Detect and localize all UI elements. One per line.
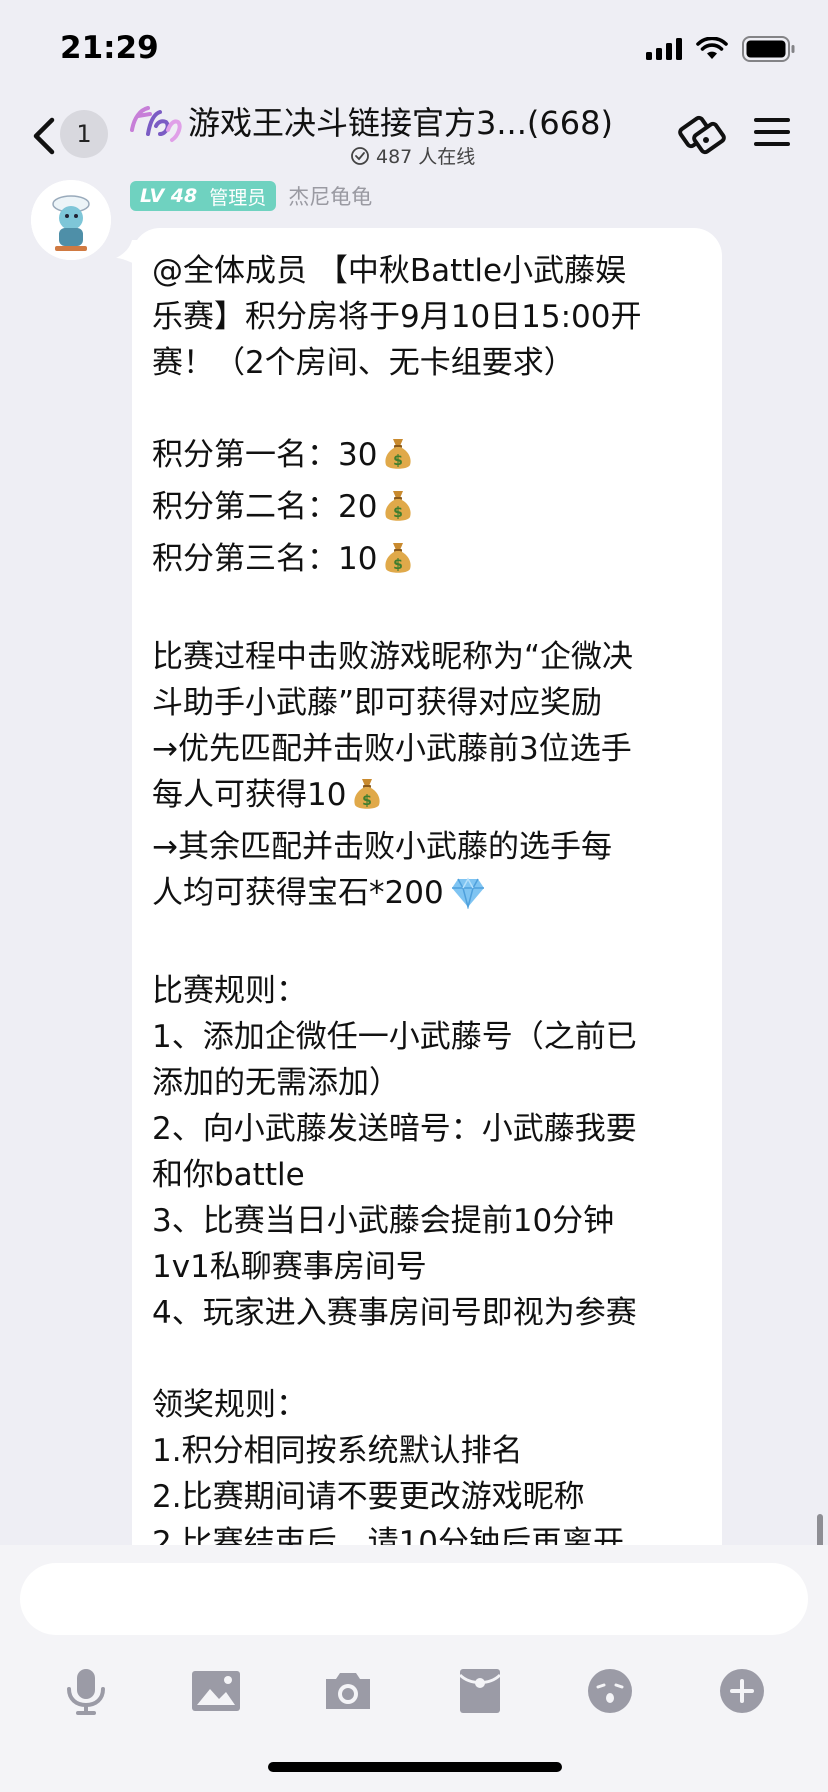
group-logo-icon	[130, 106, 182, 142]
message-line: 3、比赛当日小武藤会提前10分钟	[152, 1198, 712, 1244]
message-line: @全体成员 【中秋Battle小武藤娱	[152, 248, 712, 294]
message-line: 领奖规则：	[152, 1382, 712, 1428]
message-line: 4、玩家进入赛事房间号即视为参赛	[152, 1290, 712, 1336]
message-line: 2.比赛期间请不要更改游戏昵称	[152, 1474, 712, 1520]
message-line-text: 人均可获得宝石*200	[152, 875, 444, 911]
home-indicator[interactable]	[268, 1762, 562, 1772]
message-line-text: 积分第三名：10	[152, 541, 378, 577]
message-line: 积分第一名：30 $	[152, 432, 712, 484]
chat-area[interactable]: LV 48 管理员 杰尼龟龟 @全体成员 【中秋Battle小武藤娱 乐赛】积分房…	[0, 180, 828, 1545]
message-line-text: @全体成员 【中秋Battle小武藤娱	[152, 253, 627, 289]
input-area	[0, 1545, 828, 1792]
plus-icon[interactable]	[714, 1663, 770, 1719]
money-bag-icon: $	[383, 541, 413, 588]
avatar-image	[31, 180, 111, 260]
message-line	[152, 386, 712, 432]
unread-count-badge[interactable]: 1	[60, 110, 108, 158]
sender-name[interactable]: 杰尼龟龟	[288, 181, 372, 211]
message-line: 2、向小武藤发送暗号：小武藤我要	[152, 1106, 712, 1152]
avatar[interactable]	[31, 180, 111, 260]
message-line: 1.积分相同按系统默认排名	[152, 1428, 712, 1474]
svg-text:$: $	[394, 557, 404, 573]
message-line-text: 3、比赛当日小武藤会提前10分钟	[152, 1203, 615, 1239]
message-line-text: 比赛过程中击败游戏昵称为“企微决	[152, 639, 634, 675]
menu-icon[interactable]	[752, 112, 792, 152]
status-time: 21:29	[60, 30, 159, 66]
scrollbar[interactable]	[817, 1514, 823, 1545]
message-line	[152, 588, 712, 634]
message-line: →优先匹配并击败小武藤前3位选手	[152, 726, 712, 772]
message-line-text: 和你battle	[152, 1157, 305, 1193]
message-bubble[interactable]: @全体成员 【中秋Battle小武藤娱 乐赛】积分房将于9月10日15:00开 赛！…	[132, 228, 722, 1545]
message-line-text: 积分第一名：30	[152, 437, 378, 473]
game-room-icon[interactable]	[676, 108, 728, 160]
message-line: 1v1私聊赛事房间号	[152, 1244, 712, 1290]
message-line: 比赛过程中击败游戏昵称为“企微决	[152, 634, 712, 680]
message-line-text: 1v1私聊赛事房间号	[152, 1249, 427, 1285]
message-line	[152, 922, 712, 968]
message-line-text: 2.比赛结束后，请10分钟后再离开	[152, 1525, 625, 1545]
chat-header: 1 游戏王决斗链接官方3...(668) 487 人在线	[0, 96, 828, 180]
emoji-icon[interactable]	[582, 1663, 638, 1719]
level-badge: LV 48 管理员	[130, 181, 277, 211]
message-line	[152, 1336, 712, 1382]
svg-text:$: $	[394, 505, 404, 521]
red-packet-icon[interactable]	[452, 1663, 508, 1719]
message-line: 积分第二名：20 $	[152, 484, 712, 536]
message-line-text: →其余匹配并击败小武藤的选手每	[152, 829, 612, 865]
message-line-text: 每人可获得10	[152, 777, 347, 813]
message-line-text: 赛！（2个房间、无卡组要求）	[152, 345, 575, 381]
message-line: 和你battle	[152, 1152, 712, 1198]
group-title[interactable]: 游戏王决斗链接官方3...(668)	[188, 98, 613, 144]
message-line: 积分第三名：10 $	[152, 536, 712, 588]
svg-text:$: $	[363, 793, 373, 809]
svg-text:$: $	[394, 453, 404, 469]
message-line-text: 2、向小武藤发送暗号：小武藤我要	[152, 1111, 637, 1147]
message-text: @全体成员 【中秋Battle小武藤娱 乐赛】积分房将于9月10日15:00开 赛！…	[152, 248, 712, 1545]
message-line-text: 乐赛】积分房将于9月10日15:00开	[152, 299, 642, 335]
message-line: 乐赛】积分房将于9月10日15:00开	[152, 294, 712, 340]
message-line: 1、添加企微任一小武藤号（之前已	[152, 1014, 712, 1060]
message-line: 赛！（2个房间、无卡组要求）	[152, 340, 712, 386]
message-line-text: 添加的无需添加）	[152, 1065, 400, 1101]
microphone-icon[interactable]	[58, 1663, 114, 1719]
money-bag-icon: $	[352, 777, 382, 824]
wifi-icon	[696, 37, 728, 59]
message-line: 2.比赛结束后，请10分钟后再离开	[152, 1520, 712, 1545]
gem-icon	[450, 876, 486, 922]
message-line-text: 4、玩家进入赛事房间号即视为参赛	[152, 1295, 637, 1331]
message-line-text: 1、添加企微任一小武藤号（之前已	[152, 1019, 637, 1055]
back-icon[interactable]	[26, 110, 62, 162]
input-toolbar	[0, 1653, 828, 1733]
sender-info: LV 48 管理员 杰尼龟龟	[130, 180, 372, 212]
check-circle-icon	[351, 146, 369, 165]
battery-icon	[742, 36, 795, 62]
role-badge-text: 管理员	[209, 186, 267, 209]
image-icon[interactable]	[188, 1663, 244, 1719]
message-line-text: 领奖规则：	[152, 1387, 307, 1423]
message-line-text: 比赛规则：	[152, 973, 307, 1009]
message-input[interactable]	[20, 1563, 808, 1635]
status-bar: 21:29	[0, 0, 828, 96]
message-line-text: →优先匹配并击败小武藤前3位选手	[152, 731, 632, 767]
money-bag-icon: $	[383, 489, 413, 536]
status-icons	[646, 36, 796, 62]
message-line: →其余匹配并击败小武藤的选手每	[152, 824, 712, 870]
online-status: 487 人在线	[350, 142, 475, 169]
message-line: 添加的无需添加）	[152, 1060, 712, 1106]
money-bag-icon: $	[383, 437, 413, 484]
message-line: 比赛规则：	[152, 968, 712, 1014]
message-line-text: 2.比赛期间请不要更改游戏昵称	[152, 1479, 585, 1515]
message-line-text: 积分第二名：20	[152, 489, 378, 525]
online-count-text: 487 人在线	[376, 146, 476, 168]
camera-icon[interactable]	[320, 1663, 376, 1719]
message-line-text: 斗助手小武藤”即可获得对应奖励	[152, 685, 603, 721]
message-line-text: 1.积分相同按系统默认排名	[152, 1433, 523, 1469]
cellular-signal-icon	[646, 38, 682, 60]
message-line: 斗助手小武藤”即可获得对应奖励	[152, 680, 712, 726]
message-line: 人均可获得宝石*200	[152, 870, 712, 922]
level-badge-text: LV 48	[140, 185, 198, 207]
message-line: 每人可获得10 $	[152, 772, 712, 824]
